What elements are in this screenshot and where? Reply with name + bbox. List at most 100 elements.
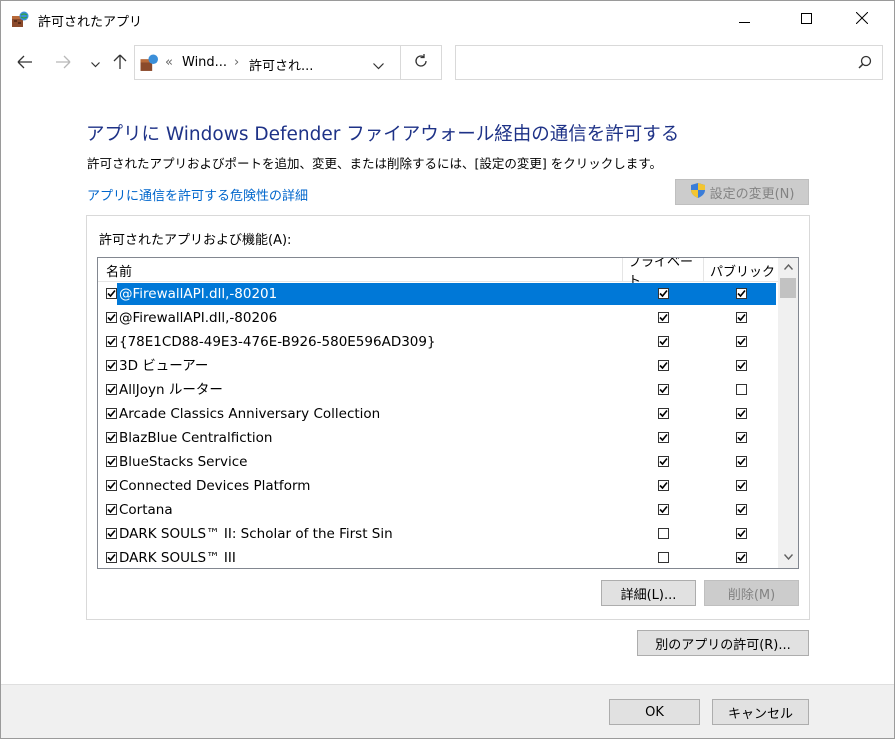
app-row[interactable]: BlueStacks Service [98,450,778,474]
cancel-button[interactable]: キャンセル [712,699,809,725]
private-network-checkbox[interactable] [658,312,669,323]
app-rows: @FirewallAPI.dll,-80201 @FirewallAPI.dll,… [98,282,778,568]
private-network-checkbox[interactable] [658,408,669,419]
app-enabled-checkbox[interactable] [106,552,117,563]
forward-button[interactable] [52,53,74,75]
public-network-checkbox[interactable] [736,456,747,467]
app-enabled-checkbox[interactable] [106,336,117,347]
scroll-down-button[interactable] [778,548,798,565]
risk-details-link[interactable]: アプリに通信を許可する危険性の詳細 [87,185,308,204]
recent-locations-button[interactable] [84,53,106,75]
maximize-button[interactable] [783,1,829,39]
change-settings-button[interactable]: 設定の変更(N) [675,179,809,205]
refresh-button[interactable] [401,45,442,80]
breadcrumb-windows-defender[interactable]: Wind... [182,55,227,70]
address-bar[interactable]: « Wind... › 許可され... [134,45,401,80]
public-network-checkbox[interactable] [736,336,747,347]
column-divider[interactable] [703,258,704,282]
close-button[interactable] [839,1,885,39]
private-network-checkbox[interactable] [658,432,669,443]
private-network-checkbox[interactable] [658,456,669,467]
breadcrumb-allowed-apps[interactable]: 許可され... [249,55,313,74]
search-box[interactable] [455,45,883,80]
column-header-private[interactable]: プライベート [628,258,698,289]
minimize-button[interactable] [721,1,767,39]
allowed-apps-window: 許可されたアプリ « Wind... › 許可され... アプリに Window… [0,0,895,739]
app-row[interactable]: BlazBlue Centralfiction [98,426,778,450]
app-name: Cortana [119,502,173,518]
refresh-icon [413,53,429,73]
public-network-checkbox[interactable] [736,360,747,371]
app-name: Arcade Classics Anniversary Collection [119,406,381,422]
private-network-checkbox[interactable] [658,288,669,299]
app-row[interactable]: DARK SOULS™ II: Scholar of the First Sin [98,522,778,546]
app-enabled-checkbox[interactable] [106,408,117,419]
app-row[interactable]: Arcade Classics Anniversary Collection [98,402,778,426]
app-name: DARK SOULS™ III [119,550,236,566]
dialog-footer: OK キャンセル [1,684,894,738]
column-header-name[interactable]: 名前 [106,258,621,282]
app-row[interactable]: @FirewallAPI.dll,-80206 [98,306,778,330]
minimize-icon [738,13,750,28]
breadcrumb-overflow[interactable]: « [165,55,173,70]
app-name: @FirewallAPI.dll,-80201 [117,283,776,305]
private-network-checkbox[interactable] [658,528,669,539]
delete-button[interactable]: 削除(M) [704,580,799,606]
scroll-up-button[interactable] [778,258,798,275]
list-scrollbar[interactable] [778,258,798,568]
public-network-checkbox[interactable] [736,312,747,323]
private-network-checkbox[interactable] [658,384,669,395]
app-name: BlueStacks Service [119,454,248,470]
app-row[interactable]: 3D ビューアー [98,354,778,378]
public-network-checkbox[interactable] [736,384,747,395]
maximize-icon [800,12,812,28]
app-name: 3D ビューアー [119,358,209,374]
app-row[interactable]: @FirewallAPI.dll,-80201 [98,282,778,306]
navigation-bar: « Wind... › 許可され... [1,39,894,89]
address-dropdown-button[interactable] [373,59,384,74]
public-network-checkbox[interactable] [736,504,747,515]
public-network-checkbox[interactable] [736,408,747,419]
public-network-checkbox[interactable] [736,528,747,539]
app-enabled-checkbox[interactable] [106,504,117,515]
public-network-checkbox[interactable] [736,432,747,443]
app-row[interactable]: DARK SOULS™ III [98,546,778,568]
app-enabled-checkbox[interactable] [106,360,117,371]
public-network-checkbox[interactable] [736,552,747,563]
firewall-app-icon [11,11,29,28]
app-enabled-checkbox[interactable] [106,384,117,395]
app-enabled-checkbox[interactable] [106,480,117,491]
column-divider[interactable] [622,258,623,282]
private-network-checkbox[interactable] [658,480,669,491]
app-enabled-checkbox[interactable] [106,528,117,539]
up-button[interactable] [109,53,131,75]
app-row[interactable]: {78E1CD88-49E3-476E-B926-580E596AD309} [98,330,778,354]
app-row[interactable]: Connected Devices Platform [98,474,778,498]
page-description: 許可されたアプリおよびポートを追加、変更、または削除するには、[設定の変更] を… [87,156,662,171]
ok-button[interactable]: OK [609,699,700,725]
app-row[interactable]: AllJoyn ルーター [98,378,778,402]
public-network-checkbox[interactable] [736,288,747,299]
app-name: BlazBlue Centralfiction [119,430,273,446]
main-content: アプリに Windows Defender ファイアウォール経由の通信を許可する… [1,89,894,684]
app-row[interactable]: Cortana [98,498,778,522]
allow-another-app-button[interactable]: 別のアプリの許可(R)... [637,630,809,656]
chevron-up-icon [783,259,793,274]
back-button[interactable] [14,53,36,75]
private-network-checkbox[interactable] [658,552,669,563]
details-button[interactable]: 詳細(L)... [601,580,696,606]
app-enabled-checkbox[interactable] [106,432,117,443]
private-network-checkbox[interactable] [658,360,669,371]
breadcrumb-separator[interactable]: › [234,55,239,70]
scroll-thumb[interactable] [780,278,796,298]
private-network-checkbox[interactable] [658,504,669,515]
private-network-checkbox[interactable] [658,336,669,347]
public-network-checkbox[interactable] [736,480,747,491]
app-enabled-checkbox[interactable] [106,312,117,323]
app-enabled-checkbox[interactable] [106,288,117,299]
column-header-public[interactable]: パブリック [710,258,780,282]
app-enabled-checkbox[interactable] [106,456,117,467]
chevron-down-icon [90,57,100,72]
title-bar: 許可されたアプリ [1,1,894,39]
allowed-apps-list[interactable]: 名前 プライベート パブリック @FirewallAPI.dll,-80201 @… [97,257,799,569]
